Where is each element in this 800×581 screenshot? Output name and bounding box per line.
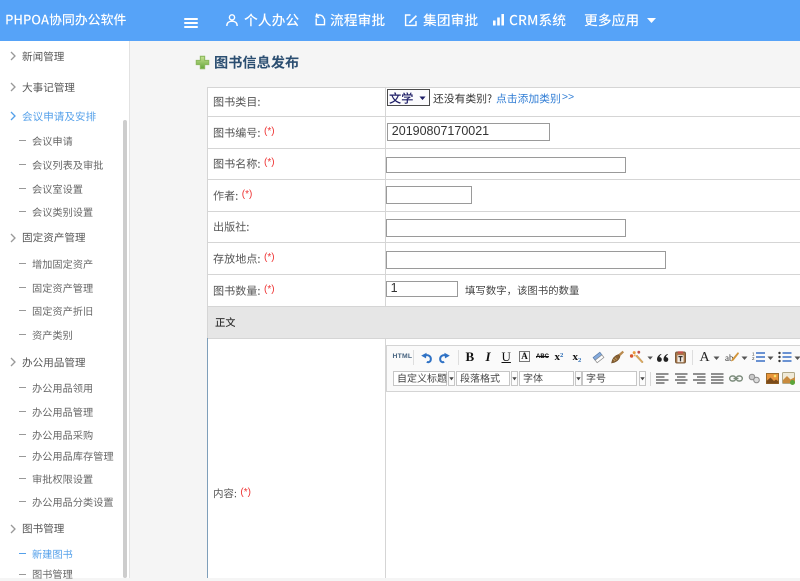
svg-text:ab: ab (725, 353, 734, 363)
svg-text:2: 2 (752, 356, 755, 361)
